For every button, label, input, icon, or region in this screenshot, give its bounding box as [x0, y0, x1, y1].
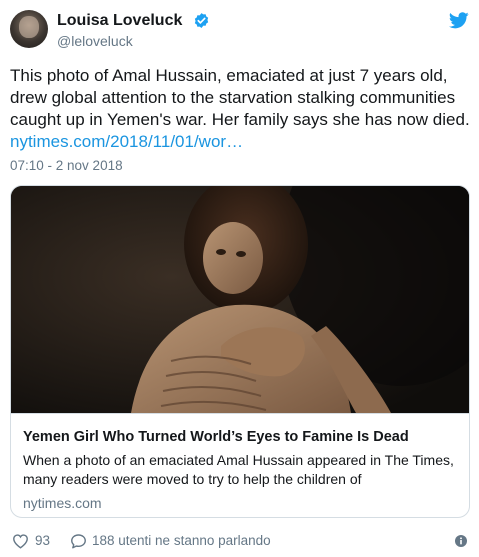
card-photo-illustration [11, 186, 469, 413]
verified-badge-icon [194, 13, 209, 28]
info-icon[interactable] [455, 535, 467, 547]
tweet-header: Louisa Loveluck @leloveluck [10, 10, 469, 52]
heart-icon[interactable] [12, 533, 29, 549]
author-handle[interactable]: @leloveluck [57, 33, 133, 49]
link-preview-card[interactable]: Yemen Girl Who Turned World’s Eyes to Fa… [10, 185, 470, 518]
speech-bubble-icon[interactable] [70, 533, 87, 549]
tweet-timestamp[interactable]: 07:10 - 2 nov 2018 [10, 158, 123, 173]
author-display-name[interactable]: Louisa Loveluck [57, 12, 182, 30]
card-body: Yemen Girl Who Turned World’s Eyes to Fa… [11, 413, 469, 517]
twitter-bird-icon[interactable] [449, 12, 469, 29]
tweet-body: This photo of Amal Hussain, emaciated at… [10, 66, 470, 129]
card-domain: nytimes.com [23, 495, 102, 511]
tweet-link[interactable]: nytimes.com/2018/11/01/wor… [10, 132, 243, 151]
tweet-actions: 93 188 utenti ne stanno parlando [10, 530, 469, 552]
card-description: When a photo of an emaciated Amal Hussai… [23, 452, 454, 487]
embedded-tweet: Louisa Loveluck @leloveluck This photo o… [0, 0, 479, 557]
like-count[interactable]: 93 [35, 533, 50, 548]
avatar[interactable] [10, 10, 48, 48]
conversation-count[interactable]: 188 utenti ne stanno parlando [92, 533, 271, 548]
card-photo [11, 186, 469, 413]
tweet-text: This photo of Amal Hussain, emaciated at… [10, 65, 472, 153]
card-title[interactable]: Yemen Girl Who Turned World’s Eyes to Fa… [23, 428, 457, 447]
